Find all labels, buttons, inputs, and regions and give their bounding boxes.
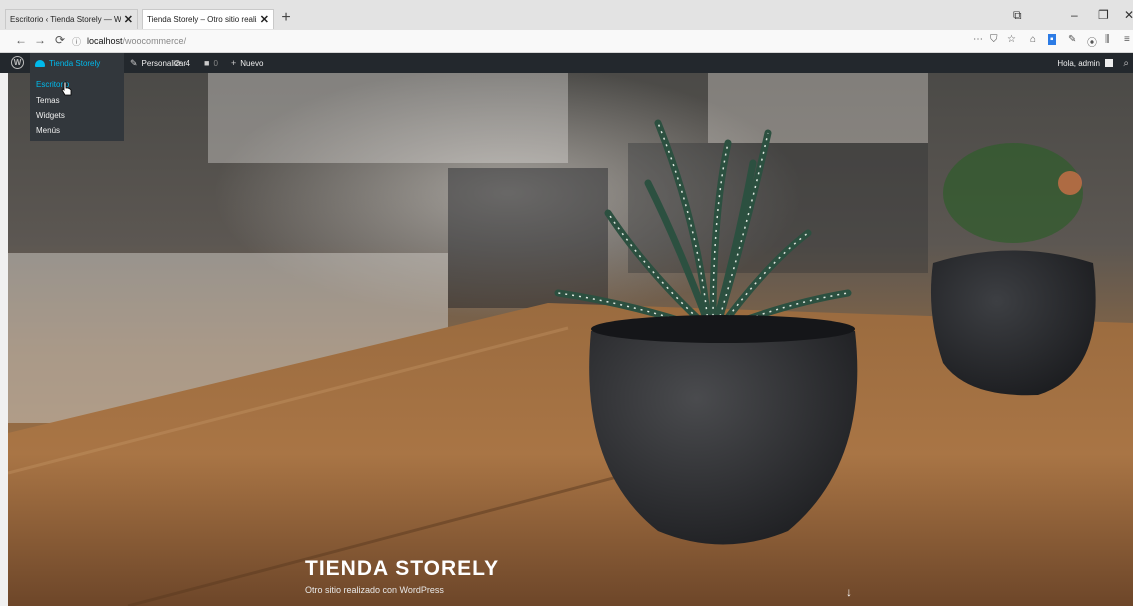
comment-icon: ■ bbox=[204, 58, 210, 68]
dashboard-icon bbox=[35, 59, 45, 67]
site-tagline: Otro sitio realizado con WordPress bbox=[305, 585, 444, 595]
submenu-item-menus[interactable]: Menús bbox=[36, 126, 60, 135]
pocket-icon[interactable]: ⛉ bbox=[990, 34, 998, 45]
tab-title: Escritorio ‹ Tienda Storely — Word bbox=[10, 15, 121, 24]
tab-title: Tienda Storely – Otro sitio realizado bbox=[147, 15, 257, 24]
browser-tab-site[interactable]: Tienda Storely – Otro sitio realizado ✕ bbox=[142, 9, 274, 29]
new-label: Nuevo bbox=[240, 58, 264, 68]
comments-link[interactable]: ■ 0 bbox=[204, 53, 218, 73]
pen-icon[interactable]: ✎ bbox=[1068, 34, 1076, 45]
url-bar[interactable]: ⓘ localhost/woocommerce/ bbox=[72, 33, 952, 49]
back-icon[interactable]: ← bbox=[15, 33, 27, 47]
close-icon[interactable]: ✕ bbox=[260, 13, 269, 26]
minimize-icon[interactable]: – bbox=[1071, 8, 1078, 22]
submenu-item-temas[interactable]: Temas bbox=[36, 96, 60, 105]
browser-tab-dashboard[interactable]: Escritorio ‹ Tienda Storely — Word ✕ bbox=[5, 9, 138, 29]
forward-icon[interactable]: → bbox=[34, 33, 46, 47]
browser-nav-bar: ← → ⟳ ⓘ localhost/woocommerce/ ⋯ ⛉ ☆ ⌂ ▪… bbox=[0, 30, 1133, 53]
browser-tab-strip: Escritorio ‹ Tienda Storely — Word ✕ Tie… bbox=[0, 0, 1133, 30]
close-icon[interactable]: ✕ bbox=[124, 13, 133, 26]
more-icon[interactable]: ⋯ bbox=[973, 34, 983, 45]
home-icon[interactable]: ⌂ bbox=[1030, 34, 1036, 45]
wp-admin-bar: W Tienda Storely ✎ Personalizar ⟳ 4 ■ 0 … bbox=[0, 53, 1133, 73]
submenu-item-widgets[interactable]: Widgets bbox=[36, 111, 65, 120]
updates-count: 4 bbox=[185, 58, 190, 68]
url-path: /woocommerce/ bbox=[122, 36, 187, 46]
plus-icon: + bbox=[231, 58, 237, 68]
settings-icon[interactable]: ⦿ bbox=[1087, 34, 1097, 49]
site-title[interactable]: TIENDA STORELY bbox=[305, 557, 499, 581]
hero-background-photo bbox=[8, 73, 1133, 606]
updates-link[interactable]: ⟳ 4 bbox=[174, 53, 190, 73]
updates-icon: ⟳ bbox=[174, 57, 182, 68]
site-name-dropdown: Escritorio Temas Widgets Menús bbox=[30, 73, 124, 141]
menu-icon[interactable]: ≡ bbox=[1124, 34, 1130, 45]
site-name-label: Tienda Storely bbox=[49, 58, 101, 68]
reload-icon[interactable]: ⟳ bbox=[55, 33, 65, 47]
info-icon[interactable]: ⓘ bbox=[72, 35, 81, 48]
url-host: localhost bbox=[87, 36, 123, 46]
new-content-link[interactable]: + Nuevo bbox=[231, 53, 263, 73]
close-window-icon[interactable]: ✕ bbox=[1124, 8, 1133, 22]
maximize-icon[interactable]: ❐ bbox=[1098, 8, 1109, 22]
site-name-menu[interactable]: Tienda Storely bbox=[30, 53, 124, 73]
wordpress-logo-icon[interactable]: W bbox=[11, 56, 24, 69]
account-menu[interactable]: Hola, admin bbox=[1057, 53, 1113, 73]
hand-cursor-icon bbox=[61, 81, 72, 96]
extension-icon[interactable]: ▪ bbox=[1048, 34, 1056, 45]
library-icon[interactable]: ⫼ bbox=[1105, 34, 1110, 45]
new-tab-button[interactable]: + bbox=[278, 9, 294, 27]
comments-count: 0 bbox=[213, 58, 218, 68]
brush-icon: ✎ bbox=[130, 57, 138, 68]
search-icon[interactable]: ⌕ bbox=[1123, 53, 1129, 73]
howdy-label: Hola, admin bbox=[1057, 58, 1100, 68]
hero-banner: TIENDA STORELY Otro sitio realizado con … bbox=[8, 73, 1133, 606]
avatar bbox=[1105, 59, 1113, 67]
tab-list-icon[interactable]: ⧉ bbox=[1013, 8, 1022, 23]
scroll-down-icon[interactable]: ↓ bbox=[846, 585, 852, 599]
bookmark-star-icon[interactable]: ☆ bbox=[1007, 34, 1016, 45]
